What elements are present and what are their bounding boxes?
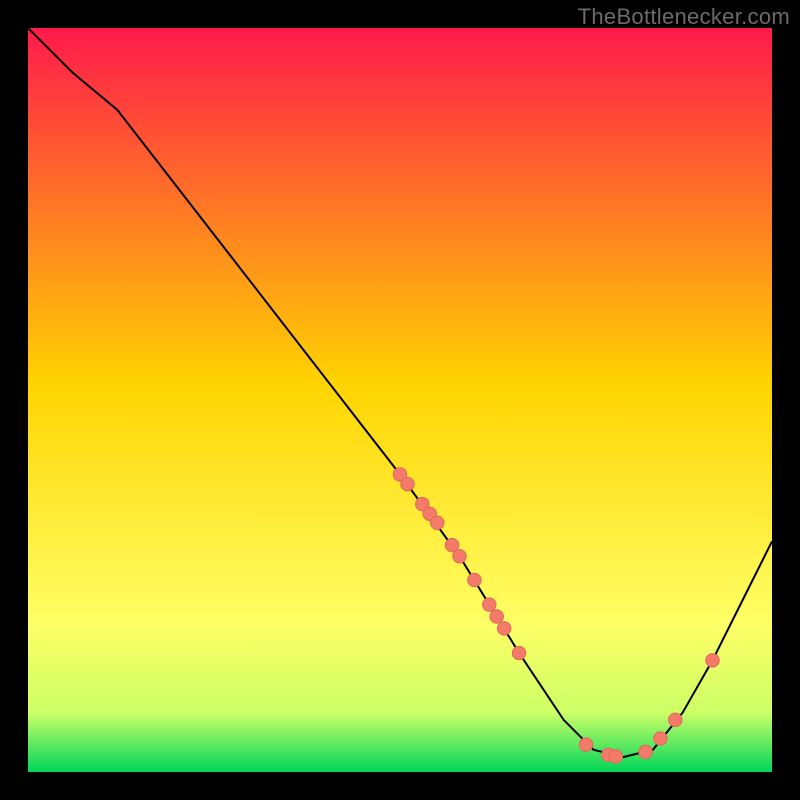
attribution-label: TheBottlenecker.com <box>578 4 790 30</box>
chart-canvas: TheBottlenecker.com <box>0 0 800 800</box>
plot-svg <box>28 28 772 772</box>
plot-area <box>28 28 772 772</box>
data-point <box>579 738 592 751</box>
data-point <box>497 622 510 635</box>
data-point <box>706 654 719 667</box>
data-point <box>490 610 503 623</box>
data-point <box>654 732 667 745</box>
data-point <box>431 516 444 529</box>
data-point <box>609 750 622 763</box>
data-point <box>669 713 682 726</box>
data-point <box>468 573 481 586</box>
data-point <box>639 745 652 758</box>
data-point <box>453 550 466 563</box>
data-point <box>512 646 525 659</box>
data-point <box>483 598 496 611</box>
data-point <box>401 477 414 490</box>
